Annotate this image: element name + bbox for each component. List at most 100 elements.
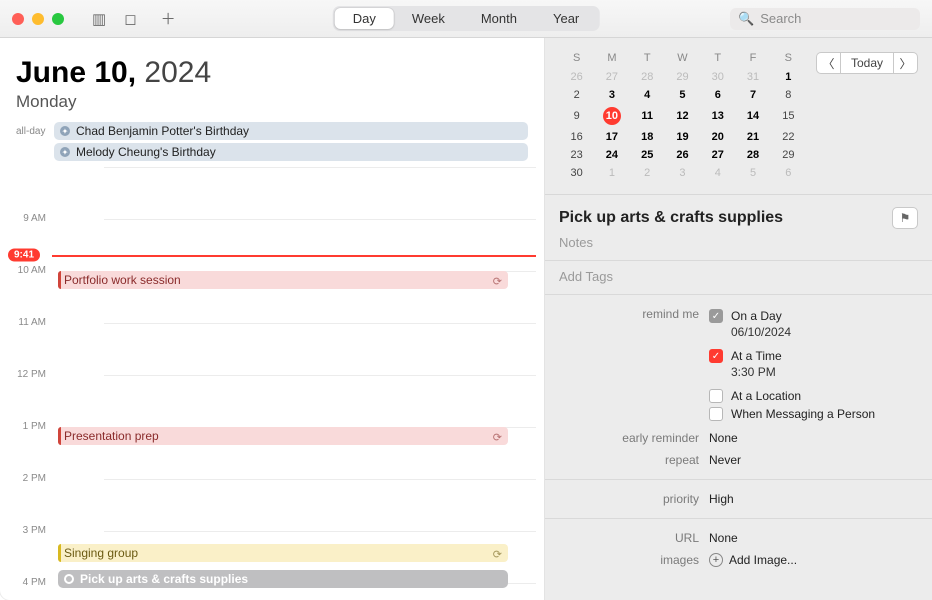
day-view: June 10, 2024 Monday all-day ✦ Chad Benj… [0, 38, 545, 600]
next-month-button[interactable]: 〉 [894, 52, 918, 74]
minical-day[interactable]: 26 [559, 68, 594, 86]
minical-day[interactable]: 1 [594, 164, 629, 182]
minical-day[interactable]: 21 [735, 128, 770, 146]
view-switcher: Day Week Month Year [333, 6, 600, 31]
maximize-button[interactable] [52, 13, 64, 25]
minical-day[interactable]: 1 [771, 68, 806, 86]
at-a-time-checkbox[interactable]: ✓At a Time [709, 347, 918, 365]
minical-day[interactable]: 9 [559, 104, 594, 128]
minical-day[interactable]: 17 [594, 128, 629, 146]
minical-day[interactable]: 30 [700, 68, 735, 86]
add-image-button[interactable]: + Add Image... [709, 553, 918, 567]
minical-day[interactable]: 13 [700, 104, 735, 128]
minical-day[interactable]: 4 [700, 164, 735, 182]
minical-day[interactable]: 5 [665, 86, 700, 104]
minical-day[interactable]: 11 [630, 104, 665, 128]
priority-value[interactable]: High [709, 492, 918, 506]
current-time-line [52, 255, 536, 257]
minical-day[interactable]: 8 [771, 86, 806, 104]
minical-day[interactable]: 10 [594, 104, 629, 128]
minical-day[interactable]: 19 [665, 128, 700, 146]
hour-label: 3 PM [0, 525, 46, 536]
allday-event[interactable]: ✦ Melody Cheung's Birthday [54, 143, 528, 161]
minical-day[interactable]: 27 [700, 146, 735, 164]
minical-day[interactable]: 3 [594, 86, 629, 104]
search-field[interactable]: 🔍 Search [730, 8, 920, 30]
minical-day[interactable]: 5 [735, 164, 770, 182]
at-a-time-value[interactable]: 3:30 PM [709, 365, 918, 379]
event-portfolio[interactable]: Portfolio work session⟳ [58, 271, 508, 289]
hour-label: 4 PM [0, 577, 46, 588]
early-reminder-value[interactable]: None [709, 431, 918, 445]
minical-day[interactable]: 30 [559, 164, 594, 182]
minical-day[interactable]: 14 [735, 104, 770, 128]
event-presentation-prep[interactable]: Presentation prep⟳ [58, 427, 508, 445]
current-time-badge: 9:41 [8, 248, 40, 261]
on-a-day-checkbox[interactable]: ✓On a Day [709, 307, 918, 325]
hours-grid[interactable]: 8 AM9 AM10 AM11 AM12 PM1 PM2 PM3 PM4 PM5… [0, 167, 544, 600]
add-button[interactable]: ＋ [161, 8, 176, 29]
inbox-icon[interactable]: ◻ [124, 10, 136, 28]
tab-month[interactable]: Month [463, 8, 535, 29]
event-pickup[interactable]: Pick up arts & crafts supplies [58, 570, 508, 588]
search-placeholder: Search [760, 11, 801, 26]
repeat-icon: ⟳ [493, 548, 502, 561]
allday-event[interactable]: ✦ Chad Benjamin Potter's Birthday [54, 122, 528, 140]
tab-day[interactable]: Day [335, 8, 394, 29]
hour-label: 9 AM [0, 213, 46, 224]
reminder-title[interactable]: Pick up arts & crafts supplies [559, 209, 884, 227]
notes-field[interactable]: Notes [559, 229, 918, 252]
url-label: URL [559, 531, 709, 545]
reminder-inspector: Pick up arts & crafts supplies ⚑ Notes A… [545, 194, 932, 600]
hour-label: 2 PM [0, 473, 46, 484]
minical-day[interactable]: 2 [559, 86, 594, 104]
today-button[interactable]: Today [840, 52, 894, 74]
minical-day[interactable]: 16 [559, 128, 594, 146]
event-singing[interactable]: Singing group⟳ [58, 544, 508, 562]
minical-day[interactable]: 23 [559, 146, 594, 164]
minical-day[interactable]: 27 [594, 68, 629, 86]
minical-day[interactable]: 29 [665, 68, 700, 86]
plus-circle-icon: + [709, 553, 723, 567]
close-button[interactable] [12, 13, 24, 25]
hour-label: 11 AM [0, 317, 46, 328]
minical-day[interactable]: 22 [771, 128, 806, 146]
minical-day[interactable]: 6 [771, 164, 806, 182]
minical-day[interactable]: 2 [630, 164, 665, 182]
minical-day[interactable]: 28 [630, 68, 665, 86]
minimize-button[interactable] [32, 13, 44, 25]
tab-week[interactable]: Week [394, 8, 463, 29]
minical-day[interactable]: 25 [630, 146, 665, 164]
minical-day[interactable]: 3 [665, 164, 700, 182]
when-messaging-checkbox[interactable]: When Messaging a Person [709, 405, 918, 423]
hour-label: 10 AM [0, 265, 46, 276]
minical-day[interactable]: 15 [771, 104, 806, 128]
minical-day[interactable]: 29 [771, 146, 806, 164]
prev-month-button[interactable]: 〈 [816, 52, 840, 74]
minical-day[interactable]: 20 [700, 128, 735, 146]
minical-day[interactable]: 4 [630, 86, 665, 104]
url-value[interactable]: None [709, 531, 918, 545]
minical-day[interactable]: 28 [735, 146, 770, 164]
allday-label: all-day [16, 122, 48, 137]
mini-calendar[interactable]: SMTWTFS262728293031123456789101112131415… [559, 52, 806, 182]
flag-button[interactable]: ⚑ [892, 207, 918, 229]
on-a-day-value[interactable]: 06/10/2024 [709, 325, 918, 339]
images-label: images [559, 553, 709, 567]
sidebar-toggle-icon[interactable]: ▥ [92, 10, 106, 28]
tab-year[interactable]: Year [535, 8, 597, 29]
minical-day[interactable]: 12 [665, 104, 700, 128]
month-nav: 〈 Today 〉 [816, 52, 918, 182]
minical-day[interactable]: 31 [735, 68, 770, 86]
minical-day[interactable]: 24 [594, 146, 629, 164]
minical-day[interactable]: 7 [735, 86, 770, 104]
minical-day[interactable]: 26 [665, 146, 700, 164]
repeat-value[interactable]: Never [709, 453, 918, 467]
tags-field[interactable]: Add Tags [559, 269, 918, 286]
gift-icon: ✦ [60, 126, 70, 136]
minical-day[interactable]: 18 [630, 128, 665, 146]
allday-event-title: Melody Cheung's Birthday [76, 145, 216, 159]
at-location-checkbox[interactable]: At a Location [709, 387, 918, 405]
priority-label: priority [559, 492, 709, 506]
minical-day[interactable]: 6 [700, 86, 735, 104]
